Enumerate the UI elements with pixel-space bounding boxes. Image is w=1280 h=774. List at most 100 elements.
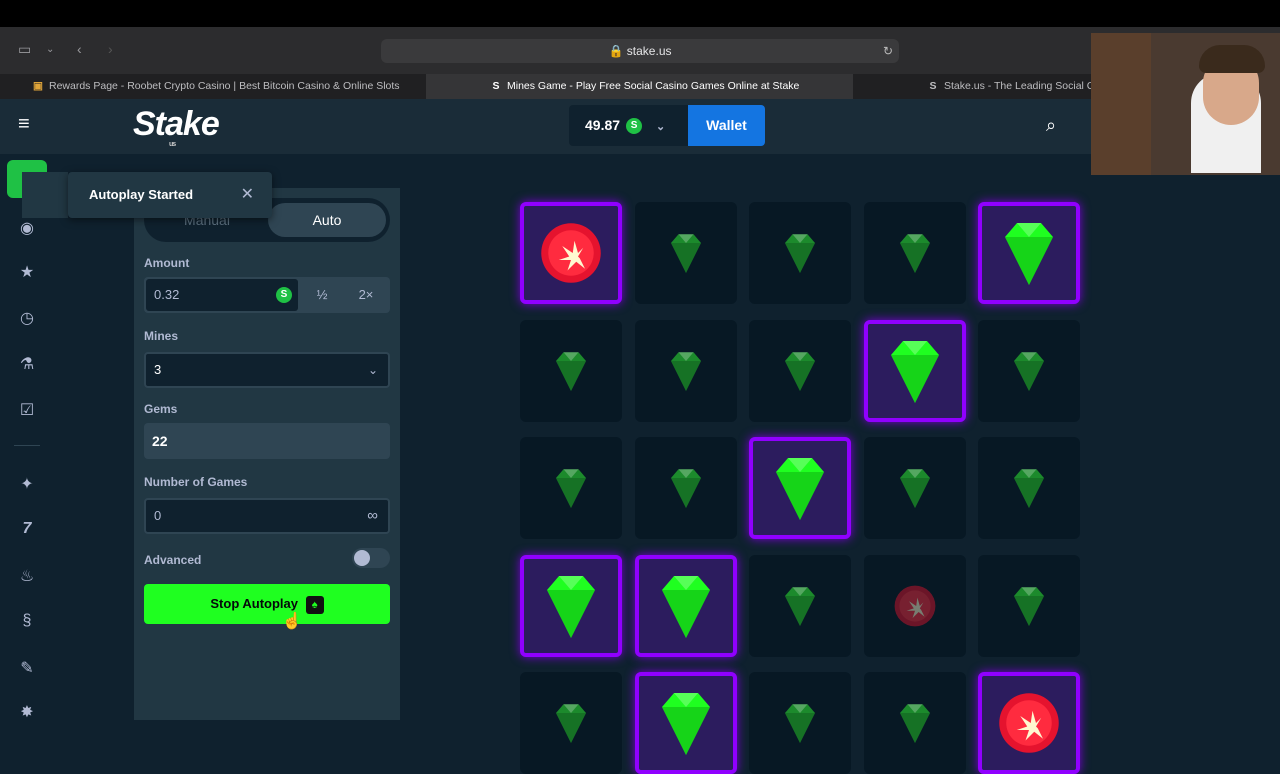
grid-tile[interactable] — [978, 319, 1080, 422]
grid-tile[interactable] — [520, 319, 622, 422]
grid-tile[interactable] — [863, 319, 966, 422]
lock-icon: 🔒 — [608, 44, 624, 58]
grid-tile[interactable] — [749, 554, 851, 657]
grid-tile[interactable] — [863, 672, 966, 774]
grid-tile[interactable] — [520, 554, 622, 657]
stop-autoplay-label: Stop Autoplay — [210, 596, 298, 611]
sidebar-toggle-icon[interactable]: ▭ — [18, 41, 31, 58]
live-casino-icon[interactable]: ✎ — [17, 658, 37, 678]
forward-arrow-icon[interactable]: › — [108, 41, 113, 57]
mines-label: Mines — [144, 329, 179, 343]
amount-label: Amount — [144, 256, 190, 270]
gem-icon — [785, 234, 815, 273]
logo-sub: us — [169, 141, 176, 148]
grid-tile[interactable] — [749, 202, 851, 304]
grid-tile[interactable] — [634, 437, 737, 539]
bet-panel: Manual Auto Amount 0.32 S ½ 2× Mines 3 ⌄… — [134, 188, 400, 720]
grid-tile[interactable] — [749, 437, 851, 539]
grid-tile[interactable] — [634, 554, 737, 657]
grid-tile[interactable] — [863, 202, 966, 304]
grid-tile[interactable] — [520, 202, 622, 304]
grid-tile[interactable] — [978, 672, 1080, 774]
sweeps-coin-icon: S — [276, 287, 292, 303]
stake-logo[interactable]: Stake us — [133, 105, 220, 148]
gem-icon — [547, 575, 595, 638]
stake-originals-icon[interactable]: 7 — [17, 520, 37, 538]
toast-message: Autoplay Started — [89, 187, 194, 202]
double-button[interactable]: 2× — [346, 277, 386, 313]
mine-icon — [541, 223, 601, 283]
tab-stake-mines[interactable]: S Mines Game - Play Free Social Casino Ga… — [426, 74, 853, 99]
sidebar: ◉ ★ ◷ ⚗ ☑ ✦ 7 ♨ § ✎ ✸ — [0, 154, 54, 722]
tab-auto[interactable]: Auto — [268, 203, 386, 237]
tab-label: Mines Game - Play Free Social Casino Gam… — [507, 80, 800, 92]
gem-icon — [785, 586, 815, 626]
logo-text: Stake — [133, 105, 220, 143]
gem-icon — [670, 469, 701, 508]
browser-tabs: ▣ Rewards Page - Roobet Crypto Casino | B… — [0, 74, 1280, 99]
mine-icon — [999, 693, 1059, 753]
gem-icon — [899, 469, 930, 508]
grid-tile[interactable] — [634, 319, 737, 422]
grid-tile[interactable] — [863, 554, 966, 657]
grid-tile[interactable] — [749, 672, 851, 774]
mines-select[interactable]: 3 ⌄ — [144, 352, 390, 388]
gem-icon — [899, 704, 930, 743]
gems-field: 22 — [144, 423, 390, 459]
mouse-cursor-icon: ☝ — [282, 613, 302, 630]
challenges-flask-icon[interactable]: ⚗ — [17, 354, 37, 374]
grid-tile[interactable] — [634, 672, 737, 774]
grid-tile[interactable] — [978, 437, 1080, 539]
gem-icon — [899, 234, 930, 273]
amount-input[interactable]: 0.32 S — [146, 279, 298, 311]
stop-autoplay-button[interactable]: Stop Autoplay ♠ — [144, 584, 390, 624]
gem-icon — [776, 458, 824, 520]
sparkle-icon[interactable]: ✦ — [17, 474, 37, 494]
grid-tile[interactable] — [749, 319, 851, 422]
close-icon[interactable]: ✕ — [241, 172, 254, 218]
gem-icon — [556, 469, 586, 508]
my-bets-icon[interactable]: ☑ — [17, 400, 37, 420]
star-badge-icon[interactable]: ✸ — [17, 702, 37, 722]
gem-icon — [670, 351, 701, 391]
grid-tile[interactable] — [978, 202, 1080, 304]
back-arrow-icon[interactable]: ‹ — [77, 41, 82, 57]
gem-icon — [661, 693, 710, 755]
reload-icon[interactable]: ↻ — [883, 39, 893, 63]
tab-stake-us[interactable]: S Stake.us - The Leading Social C — [853, 74, 1093, 99]
slots-icon[interactable]: § — [17, 612, 37, 630]
recent-clock-icon[interactable]: ◷ — [17, 308, 37, 328]
chevron-down-icon[interactable]: ⌄ — [46, 44, 54, 55]
flame-icon[interactable]: ♨ — [17, 566, 37, 586]
advanced-label: Advanced — [144, 553, 202, 567]
gem-icon — [1014, 351, 1044, 391]
stake-favicon-icon: S — [492, 80, 500, 92]
menu-icon[interactable]: ≡ — [18, 113, 30, 136]
grid-tile[interactable] — [634, 202, 737, 304]
gem-icon — [890, 340, 939, 403]
system-top-bar — [0, 0, 1280, 27]
address-bar[interactable]: 🔒 stake.us ↻ — [381, 39, 899, 63]
games-value: 0 — [154, 508, 162, 523]
mine-icon — [894, 585, 935, 626]
half-button[interactable]: ½ — [302, 277, 342, 313]
url-text: stake.us — [626, 44, 672, 58]
chevron-down-icon: ⌄ — [367, 363, 378, 377]
gem-icon — [556, 351, 586, 391]
toast-strip — [22, 172, 68, 218]
balance-selector[interactable]: 49.87 S ⌄ — [569, 105, 689, 146]
stake-favicon-icon: S — [929, 80, 937, 92]
number-of-games-input[interactable]: 0 ∞ — [144, 498, 390, 534]
gem-icon — [1014, 469, 1044, 508]
search-icon[interactable]: ⌕ — [1046, 115, 1056, 136]
grid-tile[interactable] — [520, 437, 622, 539]
roobet-favicon-icon: ▣ — [33, 80, 43, 92]
grid-tile[interactable] — [978, 554, 1080, 657]
advanced-toggle[interactable] — [352, 548, 390, 568]
grid-tile[interactable] — [520, 672, 622, 774]
casino-icon[interactable]: ◉ — [17, 218, 37, 238]
favourites-star-icon[interactable]: ★ — [17, 262, 37, 282]
grid-tile[interactable] — [863, 437, 966, 539]
wallet-button[interactable]: Wallet — [688, 105, 765, 146]
tab-roobet[interactable]: ▣ Rewards Page - Roobet Crypto Casino | B… — [0, 74, 426, 99]
